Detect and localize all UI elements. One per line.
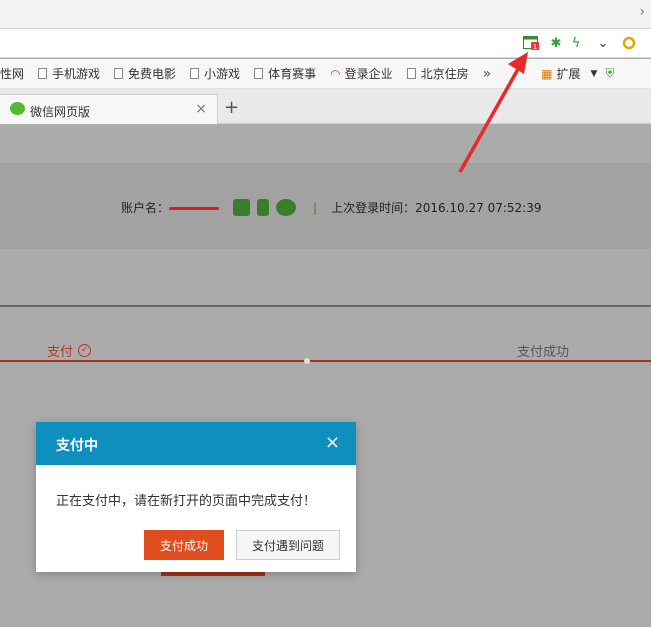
tab-close-icon[interactable]: × [195, 101, 207, 117]
bookmark-item[interactable]: 免费电影 [114, 65, 176, 82]
obscured-button [161, 572, 265, 576]
phone-icon[interactable] [257, 199, 270, 216]
new-tab-button[interactable]: + [224, 97, 239, 118]
bookmark-item[interactable]: 体育赛事 [254, 65, 316, 82]
svg-text:1: 1 [533, 43, 537, 50]
tab-title: 微信网页版 [30, 105, 91, 119]
bookmark-item[interactable]: 小游戏 [190, 65, 240, 82]
progress-dot [304, 358, 310, 364]
bookmark-item[interactable]: 北京住房 [406, 65, 469, 82]
divider [0, 305, 651, 307]
payment-success-button[interactable]: 支付成功 [144, 530, 224, 560]
modal-message: 正在支付中，请在新打开的页面中完成支付！ [56, 494, 317, 509]
progress-line [0, 360, 651, 362]
certificate-icon[interactable] [233, 199, 251, 216]
chevron-right-icon[interactable]: › [639, 4, 645, 20]
shield-icon[interactable]: ⛨ [605, 66, 614, 81]
last-login-label: 上次登录时间： [331, 201, 416, 215]
separator: | [313, 200, 318, 215]
caret-down-icon: ▼ [590, 68, 598, 79]
browser-top-strip: › [0, 0, 651, 28]
account-info-band: 账户名： | 上次登录时间： 2016.10.27 07:52:39 [0, 163, 651, 249]
lightning-icon[interactable]: ϟ [567, 35, 585, 51]
document-icon [114, 68, 124, 79]
account-name-redacted [169, 203, 220, 213]
account-info: 账户名： | 上次登录时间： 2016.10.27 07:52:39 [121, 199, 542, 216]
bookmark-item[interactable]: 手机游戏 [38, 65, 100, 82]
search-ring-icon[interactable] [620, 35, 638, 51]
last-login-time: 2016.10.27 07:52:39 [415, 200, 542, 215]
address-toolbar: 1 ✱ ϟ ⌄ [0, 28, 651, 58]
bookmark-item[interactable]: ◠ 登录企业 [330, 65, 393, 82]
account-label: 账户名： [121, 201, 170, 215]
document-icon [38, 68, 48, 79]
tab-wechat-web[interactable]: 微信网页版 × [0, 94, 218, 124]
spinner-icon[interactable]: ✱ [547, 35, 565, 51]
payment-notify-icon[interactable]: 1 [522, 35, 540, 51]
extensions-menu[interactable]: 扩展 ▼ [557, 65, 598, 82]
step-success: 支付成功 [517, 345, 570, 360]
bookmarks-bar: 性网 手机游戏 免费电影 小游戏 体育赛事 ◠ 登录企业 北京住房 » ▦ 扩展 ▼… [0, 59, 651, 89]
close-icon[interactable]: × [325, 432, 340, 453]
modal-title: 支付中 [56, 438, 98, 454]
modal-header: 支付中 × [36, 422, 356, 465]
step-pay: 支付 ✓ [47, 341, 92, 360]
tab-bar: 微信网页版 × + [0, 89, 651, 124]
document-icon [190, 68, 200, 79]
payment-issue-button[interactable]: 支付遇到问题 [236, 530, 340, 560]
check-circle-icon: ✓ [78, 344, 92, 357]
speedometer-icon: ◠ [330, 66, 341, 81]
bookmark-item[interactable]: 性网 [0, 65, 24, 82]
chevron-down-icon[interactable]: ⌄ [594, 35, 612, 51]
extension-grid-icon[interactable]: ▦ [541, 67, 552, 81]
bookmarks-overflow[interactable]: » [483, 66, 492, 82]
document-icon [406, 68, 416, 79]
wechat-bind-icon[interactable] [276, 199, 297, 216]
document-icon [254, 68, 264, 79]
payment-modal: 支付中 × 正在支付中，请在新打开的页面中完成支付！ 支付成功 支付遇到问题 [36, 422, 356, 572]
wechat-icon [10, 102, 25, 115]
